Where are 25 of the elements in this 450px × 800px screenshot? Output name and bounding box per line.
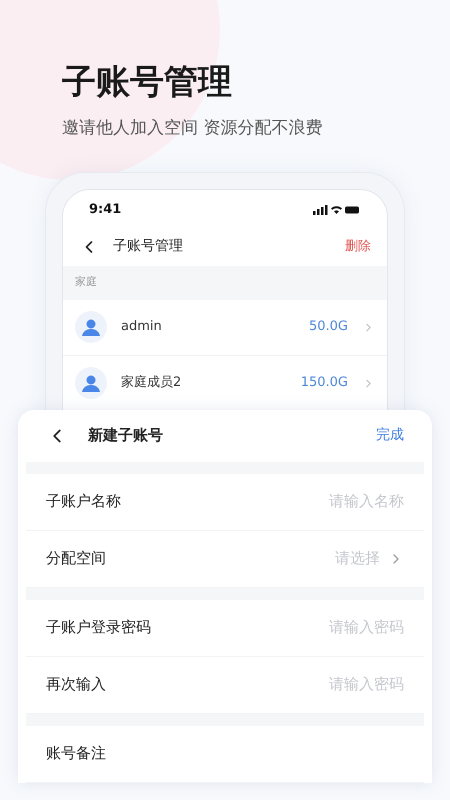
account-item[interactable]: admin 50.0G: [63, 300, 387, 356]
done-button[interactable]: 完成: [376, 425, 404, 446]
user-avatar-icon: [75, 367, 107, 399]
field-label: 账号备注: [46, 743, 106, 764]
status-icons: [313, 204, 361, 214]
hero-subtitle: 邀请他人加入空间 资源分配不浪费: [62, 117, 324, 140]
input-field[interactable]: 请输入名称: [284, 490, 404, 513]
field-label: 子账户登录密码: [46, 617, 151, 638]
input-field[interactable]: 请输入密码: [284, 616, 404, 639]
field-label: 分配空间: [46, 548, 106, 570]
user-avatar-icon: [75, 311, 107, 343]
delete-button[interactable]: 删除: [345, 236, 371, 256]
status-time: 9:41: [89, 200, 122, 219]
field-label: 再次输入: [46, 674, 106, 696]
select-placeholder: 请选择: [335, 548, 380, 570]
input-field[interactable]: 请输入密码: [284, 673, 404, 696]
sheet-title: 新建子账号: [88, 425, 163, 446]
section-header: 家庭: [63, 266, 387, 300]
nav-title: 子账号管理: [113, 237, 183, 256]
account-quota: 50.0G: [308, 318, 348, 336]
account-name: 家庭成员2: [121, 374, 182, 392]
hero-title: 子账号管理: [62, 61, 233, 104]
account-quota: 150.0G: [300, 374, 348, 392]
account-name: admin: [121, 318, 163, 336]
field-label: 子账户名称: [46, 491, 121, 512]
